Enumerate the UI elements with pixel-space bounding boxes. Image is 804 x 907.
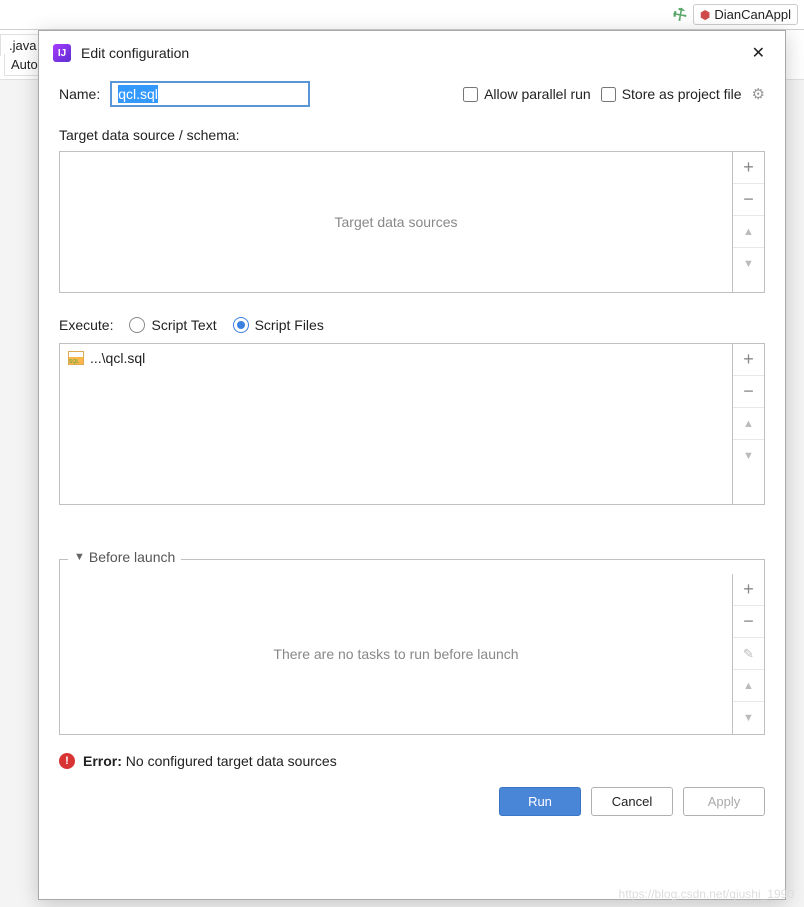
cancel-button[interactable]: Cancel [591,787,673,816]
run-config-selector[interactable]: ⬢ DianCanAppl [693,4,798,25]
target-side-buttons: + − ▲ ▼ [732,152,764,292]
dialog-title: Edit configuration [81,45,736,61]
execute-row: Execute: Script Text Script Files [59,317,765,333]
target-label: Target data source / schema: [59,127,765,143]
target-remove-button[interactable]: − [733,184,764,216]
dialog-title-bar: IJ Edit configuration ✕ [39,31,785,73]
files-side-buttons: + − ▲ ▼ [732,344,764,504]
files-panel: ...\qcl.sql + − ▲ ▼ [59,343,765,505]
target-panel: Target data sources + − ▲ ▼ [59,151,765,293]
before-launch-placeholder[interactable]: There are no tasks to run before launch [60,574,732,734]
file-entry[interactable]: ...\qcl.sql [68,350,724,366]
files-remove-button[interactable]: − [733,376,764,408]
store-project-box[interactable] [601,87,616,102]
files-list[interactable]: ...\qcl.sql [60,344,732,504]
radio-script-files[interactable]: Script Files [233,317,324,333]
run-button[interactable]: Run [499,787,581,816]
allow-parallel-box[interactable] [463,87,478,102]
before-launch-title[interactable]: ▼ Before launch [68,549,181,565]
name-row: Name: qcl.sql Allow parallel run Store a… [59,81,765,107]
run-config-label: DianCanAppl [714,7,791,22]
close-button[interactable]: ✕ [746,41,771,65]
sql-file-icon [68,351,84,365]
execute-label: Execute: [59,317,113,333]
files-add-button[interactable]: + [733,344,764,376]
name-input[interactable]: qcl.sql [110,81,310,107]
error-prefix: Error: [83,753,122,769]
intellij-icon: IJ [53,44,71,62]
ide-toolbar: ⚒ ⬢ DianCanAppl [0,0,804,30]
bl-down-button[interactable]: ▼ [733,702,764,734]
dialog-buttons: Run Cancel Apply [59,787,765,816]
target-up-button[interactable]: ▲ [733,216,764,248]
before-launch-side-buttons: + − ✎ ▲ ▼ [732,574,764,734]
before-launch-section: ▼ Before launch There are no tasks to ru… [59,559,765,735]
target-add-button[interactable]: + [733,152,764,184]
allow-parallel-checkbox[interactable]: Allow parallel run [463,86,591,102]
radio-script-text[interactable]: Script Text [129,317,216,333]
files-down-button[interactable]: ▼ [733,440,764,472]
error-icon: ! [59,753,75,769]
radio-dot-unselected [129,317,145,333]
name-label: Name: [59,86,100,102]
error-row: ! Error: No configured target data sourc… [59,753,765,769]
bl-remove-button[interactable]: − [733,606,764,638]
target-placeholder[interactable]: Target data sources [60,152,732,292]
bl-up-button[interactable]: ▲ [733,670,764,702]
hammer-icon[interactable]: ⚒ [668,2,691,27]
bug-icon: ⬢ [700,8,710,22]
gear-icon[interactable]: ⚙ [752,85,765,103]
target-down-button[interactable]: ▼ [733,248,764,280]
apply-button[interactable]: Apply [683,787,765,816]
watermark: https://blog.csdn.net/qiushi_1990 [619,887,794,901]
radio-dot-selected [233,317,249,333]
files-up-button[interactable]: ▲ [733,408,764,440]
error-message: No configured target data sources [122,753,337,769]
chevron-down-icon: ▼ [74,551,85,563]
store-project-checkbox[interactable]: Store as project file [601,86,742,102]
dialog-content: Name: qcl.sql Allow parallel run Store a… [39,73,785,899]
bl-edit-button[interactable]: ✎ [733,638,764,670]
edit-configuration-dialog: IJ Edit configuration ✕ Name: qcl.sql Al… [38,30,786,900]
bl-add-button[interactable]: + [733,574,764,606]
